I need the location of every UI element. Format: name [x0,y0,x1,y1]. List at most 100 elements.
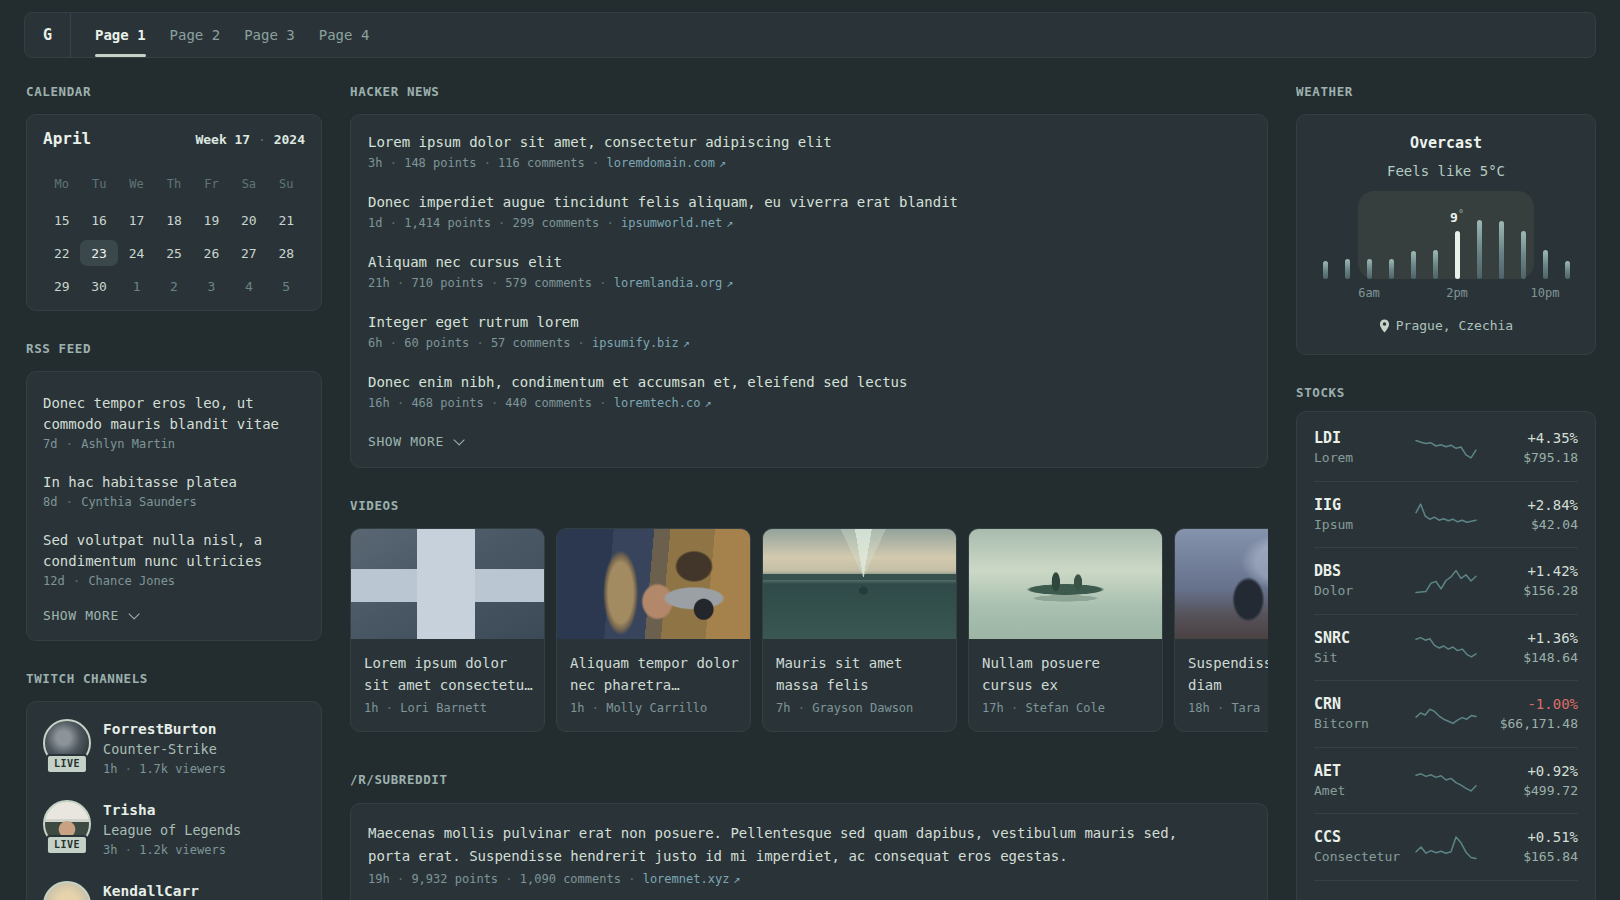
subreddit-domain-link[interactable]: loremnet.xyz↗ [643,872,741,886]
twitch-channel-name[interactable]: KendallCarr [103,881,199,900]
calendar-day[interactable]: 2 [155,273,192,299]
calendar-day[interactable]: 26 [193,240,230,266]
calendar-day[interactable]: 5 [268,273,305,299]
separator-dot: · [397,276,404,290]
video-title[interactable]: Nullam posuerecursus ex [982,652,1149,696]
stock-row[interactable]: AHS +0.46% [1314,880,1578,900]
hn-item-domain-link[interactable]: loremtech.co↗ [614,396,712,410]
rss-section-title: RSS FEED [26,342,322,355]
weather-bar [1358,189,1380,279]
stock-row[interactable]: LDILorem +4.35%$795.18 [1314,414,1578,481]
video-body: Nullam posuerecursus ex 17h · Stefan Col… [969,639,1162,731]
dashboard: G Page 1 Page 2 Page 3 Page 4 CALENDAR A… [0,0,1620,900]
calendar-day[interactable]: 25 [155,240,192,266]
subreddit-post-text[interactable]: Maecenas mollis pulvinar erat non posuer… [368,822,1218,868]
video-thumbnail[interactable] [969,529,1162,639]
chevron-down-icon [128,608,139,619]
separator-dot: · [65,495,74,509]
video-card[interactable]: Mauris sit ametmassa felis 7h · Grayson … [762,528,957,732]
twitch-channel[interactable]: LIVE KendallCarr [43,881,305,900]
hn-item-domain-link[interactable]: loremdomain.com↗ [607,156,727,170]
navbar: G Page 1 Page 2 Page 3 Page 4 [24,12,1596,58]
stock-row[interactable]: CCSConsectetur +0.51%$165.84 [1314,813,1578,880]
rss-item-title[interactable]: Donec tempor eros leo, ut commodo mauris… [43,393,305,435]
calendar-day[interactable]: 22 [43,240,80,266]
video-card[interactable]: Aliquam tempor dolornec pharetra… 1h · M… [556,528,751,732]
logo[interactable]: G [25,13,71,57]
rss-show-more-button[interactable]: SHOW MORE [43,609,305,622]
rss-item-meta: 8d · Cynthia Saunders [43,493,305,512]
video-title[interactable]: Suspendissediam [1188,652,1268,696]
tab-page-2[interactable]: Page 2 [170,13,221,57]
twitch-channel-info: ForrestBurton Counter-Strike 1h · 1.7k v… [103,719,226,779]
twitch-channel-name[interactable]: Trisha [103,800,241,820]
hn-item-title[interactable]: Donec imperdiet augue tincidunt felis al… [368,191,1250,214]
stock-name: Lorem [1314,449,1414,466]
hn-show-more-button[interactable]: SHOW MORE [368,435,1250,448]
stock-sparkline [1414,631,1478,663]
separator-dot: · [491,396,498,410]
stock-symbol: CCS [1314,828,1414,847]
calendar-day[interactable]: 29 [43,273,80,299]
video-thumbnail[interactable] [351,529,544,639]
calendar-day[interactable]: 1 [118,273,155,299]
stock-row[interactable]: IIGIpsum +2.84%$42.04 [1314,481,1578,548]
calendar-day[interactable]: 15 [43,207,80,233]
video-meta: 18h · Tara [1188,699,1268,718]
calendar-day[interactable]: 4 [230,273,267,299]
video-thumbnail[interactable] [1175,529,1268,639]
video-card[interactable]: Nullam posuerecursus ex 17h · Stefan Col… [968,528,1163,732]
hn-item-title[interactable]: Integer eget rutrum lorem [368,311,1250,334]
video-title[interactable]: Lorem ipsum dolorsit amet consectetu… [364,652,531,696]
calendar-day[interactable]: 16 [80,207,117,233]
rss-item-title[interactable]: Sed volutpat nulla nisl, a condimentum n… [43,530,305,572]
calendar-day[interactable]: 21 [268,207,305,233]
weather-feels-like: Feels like 5°C [1314,161,1578,182]
stock-change: +0.51% [1478,828,1578,847]
twitch-channel[interactable]: LIVE Trisha League of Legends 3h · 1.2k … [43,800,305,860]
external-link-icon: ↗ [704,394,711,413]
rss-item-title[interactable]: In hac habitasse platea [43,472,305,493]
calendar-day[interactable]: 27 [230,240,267,266]
tab-page-3[interactable]: Page 3 [244,13,295,57]
stock-row[interactable]: CRNBitcorn -1.00%$66,171.48 [1314,680,1578,747]
hn-item-domain-link[interactable]: ipsumify.biz↗ [592,336,690,350]
twitch-channel[interactable]: LIVE ForrestBurton Counter-Strike 1h · 1… [43,719,305,779]
calendar-day[interactable]: 23 [80,240,117,266]
hn-item-title[interactable]: Donec enim nibh, condimentum et accumsan… [368,371,1250,394]
calendar-day[interactable]: 19 [193,207,230,233]
hacker-news-section-title: HACKER NEWS [350,85,1268,98]
stock-price: $156.28 [1478,582,1578,599]
tab-page-1[interactable]: Page 1 [95,13,146,57]
hn-item-title[interactable]: Lorem ipsum dolor sit amet, consectetur … [368,131,1250,154]
calendar-day[interactable]: 30 [80,273,117,299]
separator-dot: · [397,872,404,886]
video-card[interactable]: Suspendissediam 18h · Tara [1174,528,1268,732]
stock-row[interactable]: AETAmet +0.92%$499.72 [1314,747,1578,814]
video-card[interactable]: Lorem ipsum dolorsit amet consectetu… 1h… [350,528,545,732]
video-title[interactable]: Mauris sit ametmassa felis [776,652,943,696]
stock-sparkline [1414,764,1478,796]
stock-row[interactable]: SNRCSit +1.36%$148.64 [1314,614,1578,681]
calendar-day[interactable]: 20 [230,207,267,233]
hn-item-title[interactable]: Aliquam nec cursus elit [368,251,1250,274]
stock-row[interactable]: DBSDolor +1.42%$156.28 [1314,547,1578,614]
map-pin-icon [1379,319,1390,333]
main-grid: CALENDAR April Week 17 · 2024 Mo Tu We T… [26,58,1596,900]
calendar-day[interactable]: 3 [193,273,230,299]
calendar-day[interactable]: 18 [155,207,192,233]
tab-page-4[interactable]: Page 4 [319,13,370,57]
hn-item-domain-link[interactable]: ipsumworld.net↗ [621,216,733,230]
twitch-channel-name[interactable]: ForrestBurton [103,719,226,739]
calendar-day[interactable]: 24 [118,240,155,266]
subreddit-post-meta: 19h · 9,932 points · 1,090 comments · lo… [368,870,1250,889]
video-title[interactable]: Aliquam tempor dolornec pharetra… [570,652,737,696]
calendar-day[interactable]: 17 [118,207,155,233]
hn-item-domain-link[interactable]: loremlandia.org↗ [614,276,734,290]
separator-dot: · [592,156,599,170]
external-link-icon: ↗ [726,274,733,293]
stock-name: Bitcorn [1314,715,1414,732]
calendar-day[interactable]: 28 [268,240,305,266]
video-thumbnail[interactable] [557,529,750,639]
video-thumbnail[interactable] [763,529,956,639]
